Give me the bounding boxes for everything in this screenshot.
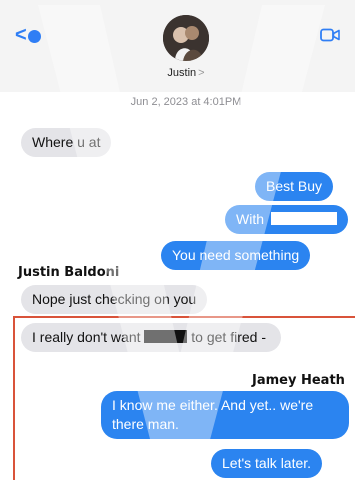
conversation-header: < Justin > — [0, 0, 355, 92]
message-text: With — [236, 211, 264, 227]
video-call-icon[interactable] — [320, 28, 340, 47]
outgoing-message[interactable]: With — [225, 205, 348, 234]
incoming-message[interactable]: Where u at — [21, 128, 112, 157]
back-button[interactable]: < — [15, 25, 41, 45]
message-text: Where u at — [32, 134, 101, 150]
outgoing-message[interactable]: Best Buy — [255, 172, 334, 201]
message-text: Best Buy — [266, 178, 323, 194]
speaker-label: Justin Baldoni — [18, 265, 120, 280]
message-timestamp: Jun 2, 2023 at 4:01PM — [130, 96, 242, 108]
contact-name[interactable]: Justin > — [0, 67, 355, 79]
contact-name-label: Justin — [167, 67, 197, 79]
highlight-box — [13, 316, 355, 480]
back-chevron-icon: < — [15, 24, 27, 46]
redacted-name-bar — [270, 212, 337, 225]
avatar-photo — [163, 15, 209, 61]
unread-badge-icon — [27, 29, 41, 43]
outgoing-message[interactable]: You need something — [161, 241, 311, 270]
message-text: You need something — [172, 247, 300, 263]
incoming-message[interactable]: Nope just checking on you — [21, 285, 208, 314]
avatar[interactable] — [163, 15, 209, 61]
message-text: Nope just checking on you — [32, 291, 197, 307]
contact-chevron-icon: > — [198, 67, 205, 79]
